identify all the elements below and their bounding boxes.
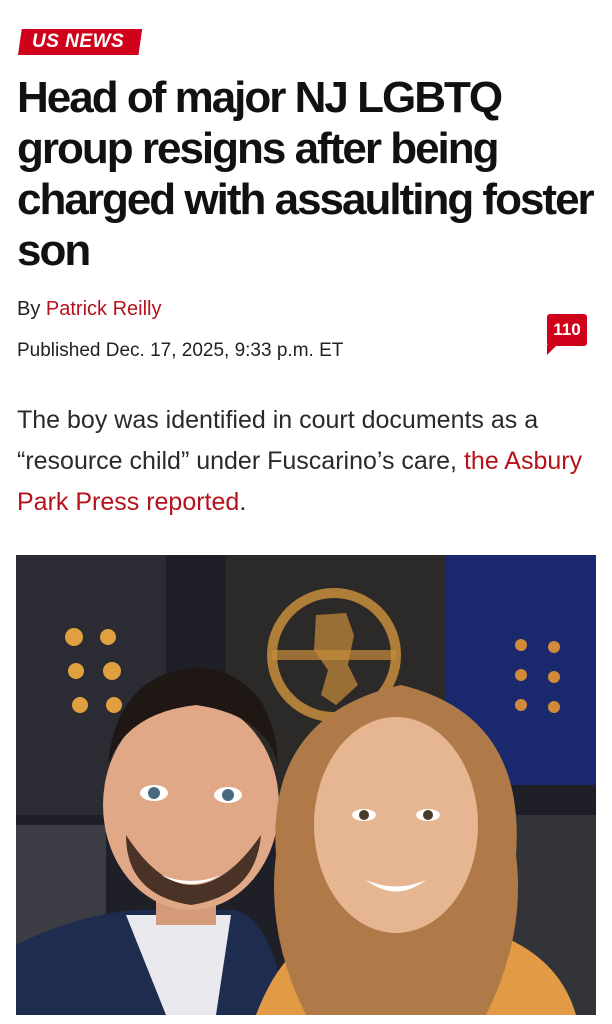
comment-count-button[interactable]: 110: [547, 314, 587, 355]
byline: By Patrick Reilly: [17, 298, 161, 321]
author-link[interactable]: Patrick Reilly: [46, 298, 162, 320]
photo-of-two-people-icon: [16, 555, 596, 1015]
section-tag[interactable]: US NEWS: [18, 29, 143, 55]
summary-text: The boy was identified in court document…: [17, 406, 539, 475]
comment-count: 110: [553, 320, 581, 339]
article-summary: The boy was identified in court document…: [17, 400, 597, 523]
headline: Head of major NJ LGBTQ group resigns aft…: [17, 73, 595, 275]
published-date: Published Dec. 17, 2025, 9:33 p.m. ET: [17, 340, 344, 361]
summary-end: .: [239, 488, 247, 516]
byline-prefix: By: [17, 298, 41, 320]
article-photo: [16, 555, 596, 1015]
